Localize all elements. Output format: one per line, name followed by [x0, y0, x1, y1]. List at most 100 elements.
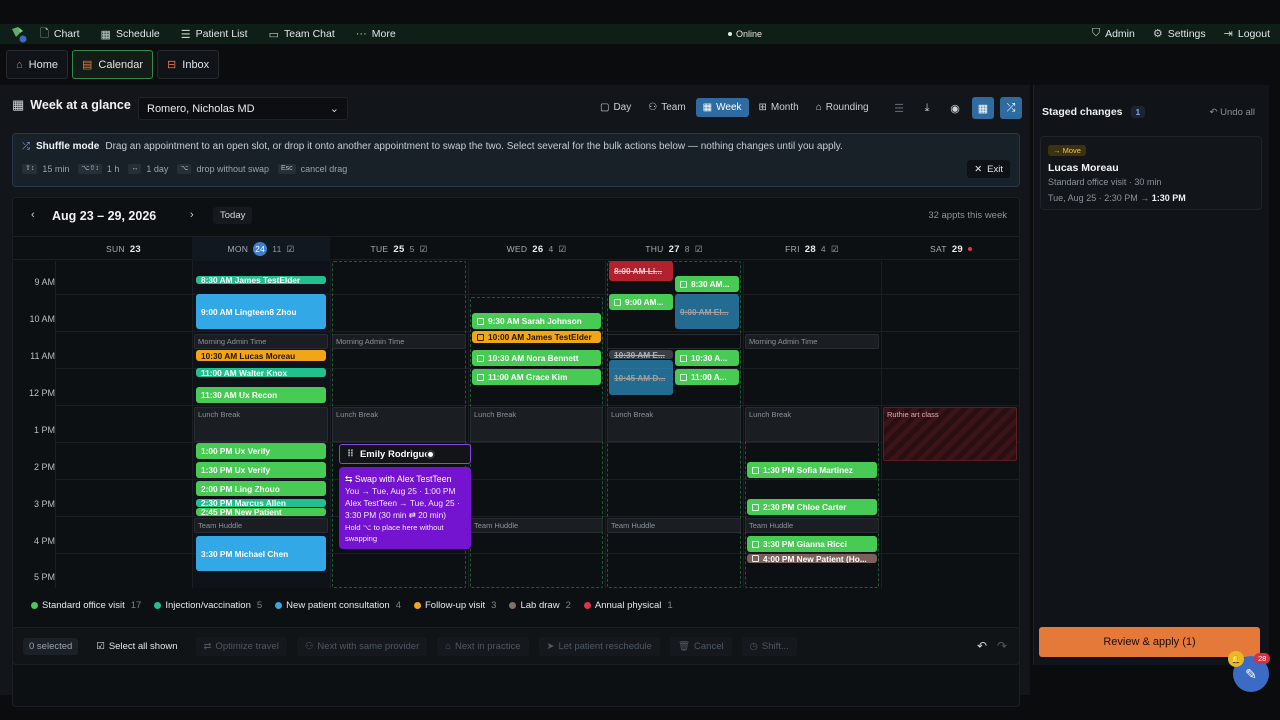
staged-change-card[interactable]: → Move Lucas Moreau Standard office visi…	[1040, 136, 1262, 210]
appointment-card[interactable]: 3:30 PM Gianna Ricci	[747, 536, 877, 552]
appointment-card[interactable]: 1:00 PM Ux Verify	[196, 443, 326, 459]
view-week-button[interactable]: ▦ Week	[695, 98, 749, 117]
dragged-appointment[interactable]: ⠿ Emily Rodrigue	[339, 444, 471, 464]
checkbox-icon[interactable]	[614, 298, 621, 306]
provider-select[interactable]: Romero, Nicholas MD ⌄	[138, 97, 348, 120]
optimize-travel-button[interactable]: ⇄ Optimize travel	[195, 636, 287, 656]
view-day-button[interactable]: ▢ Day	[593, 98, 638, 117]
nav-schedule[interactable]: ▦ Schedule	[101, 28, 160, 41]
exit-shuffle-button[interactable]: ✕ Exit	[967, 160, 1010, 178]
appointment-card[interactable]: 2:30 PM Chloe Carter	[747, 499, 877, 515]
appointment-card[interactable]: 11:00 AM Walter Knox	[196, 368, 326, 377]
checklist-icon[interactable]: ☑	[287, 244, 295, 255]
checkbox-icon[interactable]	[752, 555, 759, 562]
appointment-card[interactable]: 11:30 AM Ux Recon	[196, 387, 326, 403]
appointment-card[interactable]: 9:00 AM Lingteen8 Zhou	[196, 294, 326, 329]
appointment-card[interactable]: 10:30 AM Nora Bennett	[472, 350, 601, 366]
appointment-card[interactable]: 8:30 AM James TestElder	[196, 276, 326, 284]
appointment-card[interactable]: 10:00 AM James TestElder	[472, 331, 601, 343]
nav-chart[interactable]: 🗋 Chart	[40, 25, 80, 44]
list-view-icon[interactable]: ☰	[888, 97, 910, 119]
appointment-card[interactable]: 9:30 AM Sarah Johnson	[472, 313, 601, 329]
let-patient-reschedule-button[interactable]: ➤ Let patient reschedule	[538, 636, 660, 656]
review-apply-button[interactable]: Review & apply (1)	[1039, 627, 1260, 657]
notification-bell-icon[interactable]: 🔔	[1228, 651, 1244, 667]
appointment-card[interactable]: 2:30 PM Marcus Allen	[196, 499, 326, 507]
checkbox-icon[interactable]	[752, 540, 759, 548]
appointment-card[interactable]: 10:30 AM E...	[609, 350, 673, 359]
legend-item[interactable]: Follow-up visit 3	[413, 600, 496, 611]
appointment-card[interactable]: 1:30 PM Ux Verify	[196, 462, 326, 478]
appointment-card[interactable]: 4:00 PM New Patient (Ho...	[747, 554, 877, 563]
undo-all-button[interactable]: ↶ Undo all	[1210, 107, 1255, 118]
checkbox-icon[interactable]	[680, 354, 687, 362]
day-header-wed[interactable]: WED 26 4 ☑	[468, 237, 605, 261]
settings-link[interactable]: ⚙ Settings	[1153, 27, 1206, 41]
legend-item[interactable]: Annual physical 1	[583, 600, 673, 611]
checkbox-icon[interactable]	[752, 466, 759, 474]
appointment-card[interactable]: 8:00 AM Li...	[609, 261, 673, 281]
redo-icon[interactable]: ↷	[997, 639, 1007, 653]
day-header-sat[interactable]: SAT 29	[881, 237, 1019, 261]
prev-week-icon[interactable]: ‹	[31, 209, 35, 221]
appointment-card[interactable]: 3:30 PM Michael Chen	[196, 536, 326, 571]
appointment-card[interactable]: 2:00 PM Ling Zhouo	[196, 481, 326, 496]
checklist-icon[interactable]: ☑	[559, 244, 567, 255]
tab-home[interactable]: ⌂ Home	[6, 50, 68, 79]
view-rounding-button[interactable]: ⌂ Rounding	[809, 98, 876, 117]
checklist-icon[interactable]: ☑	[831, 244, 839, 255]
checkbox-icon[interactable]	[477, 317, 484, 325]
checkbox-icon[interactable]	[477, 354, 484, 362]
appointment-card[interactable]: 11:00 AM Grace Kim	[472, 369, 601, 385]
appointment-card[interactable]: 11:00 A...	[675, 369, 739, 385]
undo-icon[interactable]: ↶	[977, 639, 987, 653]
checkbox-icon[interactable]	[477, 373, 484, 381]
cancel-appointments-button[interactable]: 🗑 Cancel	[669, 636, 732, 656]
day-header-fri[interactable]: FRI 28 4 ☑	[743, 237, 881, 261]
checkbox-icon[interactable]	[752, 503, 759, 511]
appointment-card[interactable]: 9:00 AM...	[609, 294, 673, 310]
day-header-mon[interactable]: MON 24 11 ☑	[192, 237, 330, 261]
day-header-sun[interactable]: SUN 23	[55, 237, 192, 261]
app-logo-icon[interactable]	[10, 25, 30, 43]
legend-item[interactable]: Injection/vaccination 5	[154, 600, 262, 611]
appointment-card[interactable]: 2:45 PM New Patient	[196, 508, 326, 516]
legend-item[interactable]: Standard office visit 17	[31, 600, 141, 611]
shuffle-icon[interactable]: ⤮	[1000, 97, 1022, 119]
nav-team-chat[interactable]: ▭ Team Chat	[269, 28, 335, 41]
tab-calendar[interactable]: ▤ Calendar	[72, 50, 154, 79]
download-icon[interactable]: ⤓	[916, 97, 938, 119]
select-all-button[interactable]: ☑ Select all shown	[88, 637, 185, 656]
nav-more[interactable]: ··· More	[356, 28, 396, 40]
view-month-button[interactable]: ⊞ Month	[752, 98, 806, 117]
appointment-card[interactable]: 10:30 A...	[675, 350, 739, 366]
day-header-thu[interactable]: THU 27 8 ☑	[605, 237, 743, 261]
legend-item[interactable]: Lab draw 2	[509, 600, 571, 611]
shift-button[interactable]: ◷ Shift...	[741, 636, 797, 656]
drag-handle-icon[interactable]: ⠿	[347, 449, 354, 460]
logout-link[interactable]: ⇥ Logout	[1224, 27, 1270, 41]
today-button[interactable]: Today	[213, 207, 253, 224]
appointment-card[interactable]: 10:45 AM D...	[609, 360, 673, 395]
nav-patient-list[interactable]: ☰ Patient List	[181, 28, 248, 41]
next-week-icon[interactable]: ›	[190, 209, 194, 221]
appointment-card[interactable]: 1:30 PM Sofia Martinez	[747, 462, 877, 478]
next-in-practice-button[interactable]: ⌂ Next in practice	[437, 636, 529, 656]
tab-inbox[interactable]: ⊟ Inbox	[157, 50, 220, 79]
next-same-provider-button[interactable]: ⚇ Next with same provider	[296, 636, 428, 656]
ruthie-art-class-block[interactable]: Ruthie art class	[883, 407, 1017, 461]
admin-link[interactable]: ⛉ Admin	[1092, 27, 1135, 40]
view-team-button[interactable]: ⚇ Team	[641, 98, 692, 117]
appointment-card[interactable]: 9:00 AM El...	[675, 294, 739, 329]
legend-item[interactable]: New patient consultation 4	[275, 600, 401, 611]
eye-icon[interactable]: ◉	[944, 97, 966, 119]
checkbox-icon[interactable]	[680, 373, 687, 381]
checklist-icon[interactable]: ☑	[695, 244, 703, 255]
checkbox-icon[interactable]	[477, 333, 484, 341]
appointment-card[interactable]: 8:30 AM...	[675, 276, 739, 292]
day-header-tue[interactable]: TUE 25 5 ☑	[330, 237, 468, 261]
checklist-icon[interactable]: ☑	[420, 244, 428, 255]
calendar-search-icon[interactable]: ▦	[972, 97, 994, 119]
appointment-card[interactable]: 10:30 AM Lucas Moreau	[196, 350, 326, 361]
checkbox-icon[interactable]	[680, 280, 687, 288]
